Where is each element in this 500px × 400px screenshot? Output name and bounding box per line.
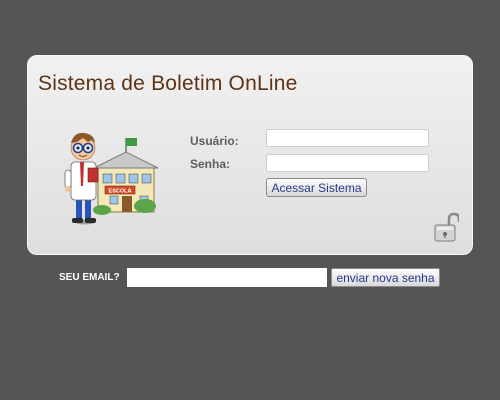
school-sign: ESCOLA [109, 189, 132, 195]
email-input[interactable] [127, 268, 327, 287]
password-input[interactable] [266, 154, 429, 172]
password-label: Senha: [190, 157, 231, 171]
username-label: Usuário: [190, 134, 239, 148]
username-input[interactable] [266, 129, 429, 147]
student-figure [64, 132, 99, 225]
access-system-button[interactable]: Acessar Sistema [266, 178, 367, 197]
page-title: Sistema de Boletim OnLine [38, 72, 298, 95]
bush [93, 205, 111, 215]
unlocked-padlock-icon [434, 212, 459, 242]
email-label: SEU EMAIL? [59, 272, 120, 283]
send-new-password-button[interactable]: enviar nova senha [331, 268, 440, 287]
bush [134, 199, 156, 213]
student-school-illustration: ESCOLA [64, 132, 159, 225]
